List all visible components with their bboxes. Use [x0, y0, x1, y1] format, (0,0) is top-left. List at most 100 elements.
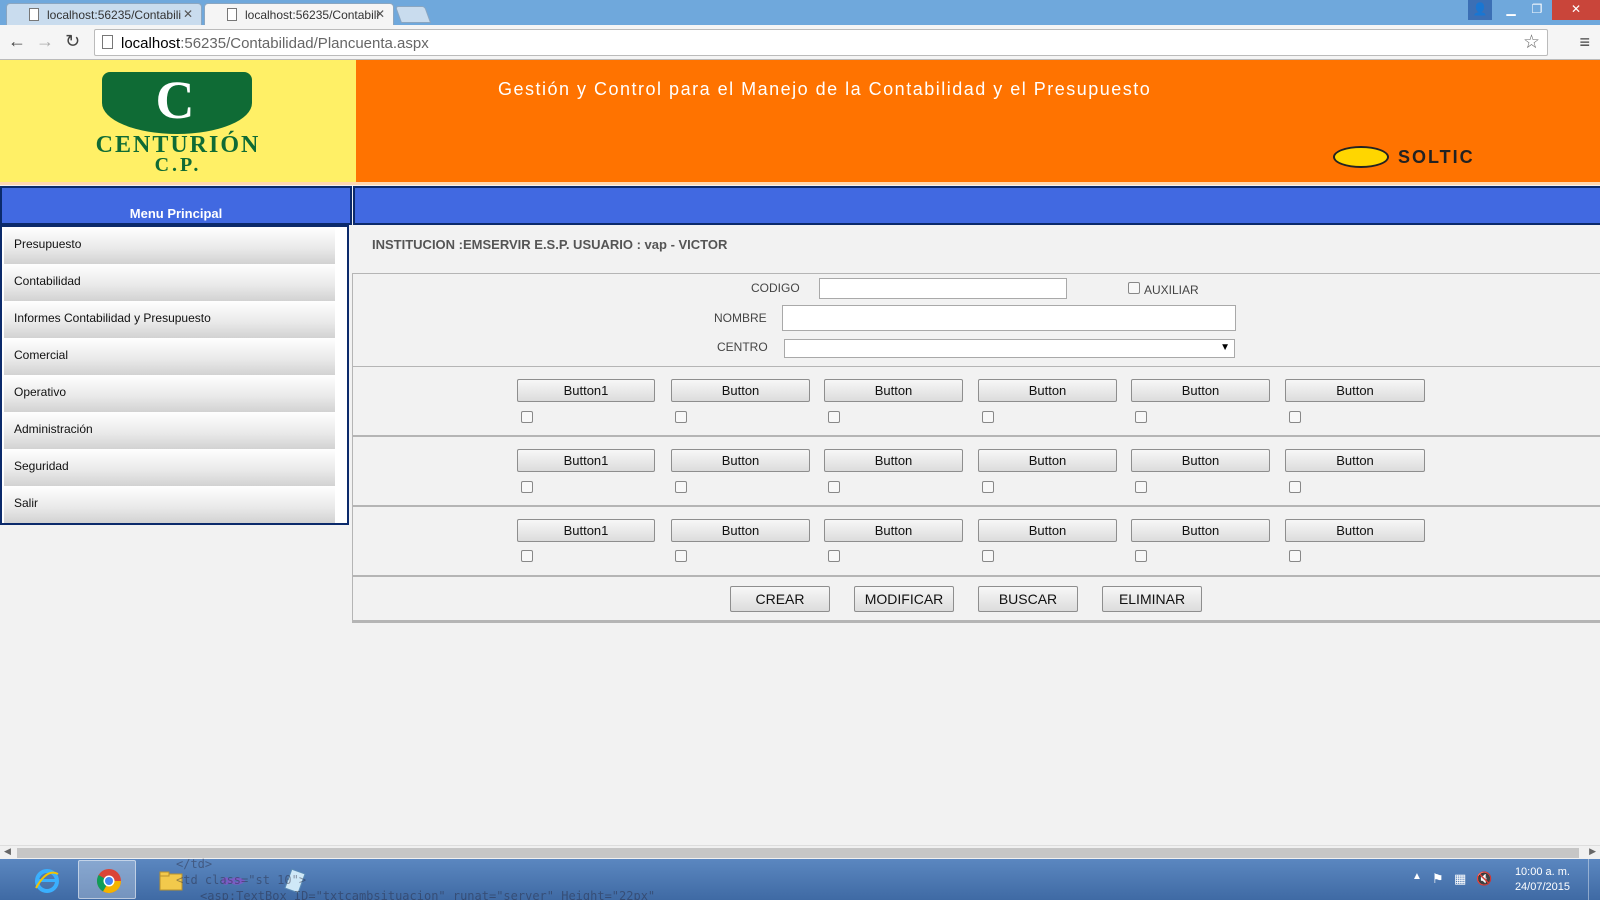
grid-button[interactable]: Button [824, 379, 963, 402]
grid-button[interactable]: Button [824, 449, 963, 472]
grid-button[interactable]: Button [1131, 449, 1270, 472]
back-arrow-icon[interactable]: ← [8, 31, 26, 52]
grid-checkbox[interactable] [521, 411, 533, 423]
grid-button[interactable]: Button [824, 519, 963, 542]
flag-icon[interactable]: ⚑ [1432, 871, 1444, 887]
browser-tab-2[interactable]: localhost:56235/Contabili ✕ [204, 3, 394, 25]
grid-checkbox[interactable] [1135, 550, 1147, 562]
centro-label: CENTRO [717, 340, 768, 354]
grid-checkbox[interactable] [828, 481, 840, 493]
user-icon[interactable]: 👤 [1468, 0, 1492, 20]
page-icon [227, 8, 237, 21]
sidebar-item-operativo[interactable]: Operativo [4, 375, 335, 412]
sidebar-item-informes[interactable]: Informes Contabilidad y Presupuesto [4, 301, 335, 338]
sidebar-item-presupuesto[interactable]: Presupuesto [4, 227, 335, 264]
browser-tab-1[interactable]: localhost:56235/Contabili ✕ [6, 3, 202, 25]
browser-menu-icon[interactable]: ≡ [1579, 32, 1590, 53]
grid-checkbox[interactable] [982, 550, 994, 562]
internet-explorer-icon [35, 869, 59, 893]
close-icon[interactable]: ✕ [375, 7, 385, 21]
page-icon [29, 8, 39, 21]
grid-checkbox[interactable] [1135, 481, 1147, 493]
auxiliar-label: AUXILIAR [1144, 283, 1199, 297]
show-desktop-button[interactable] [1588, 859, 1600, 900]
crear-button[interactable]: CREAR [730, 586, 830, 612]
grid-checkbox[interactable] [1289, 411, 1301, 423]
grid-button[interactable]: Button1 [517, 519, 655, 542]
grid-button[interactable]: Button [671, 449, 810, 472]
reload-icon[interactable]: ↻ [65, 31, 80, 52]
address-bar[interactable]: localhost:56235/Contabilidad/Plancuenta.… [94, 29, 1548, 56]
browser-toolbar: ← → ↻ localhost:56235/Contabilidad/Planc… [0, 25, 1600, 60]
grid-button[interactable]: Button1 [517, 379, 655, 402]
taskbar-chrome[interactable] [78, 860, 136, 899]
windows-taskbar: </td> <td class="st 10"> <asp:TextBox ID… [0, 857, 1600, 900]
grid-button[interactable]: Button [1285, 449, 1425, 472]
grid-button[interactable]: Button [1131, 519, 1270, 542]
code-overlay-line: <asp:TextBox ID="txtcambsituacion" runat… [200, 889, 656, 900]
content-header-bar [353, 186, 1600, 225]
grid-button[interactable]: Button [671, 379, 810, 402]
taskbar-ie[interactable] [16, 860, 74, 899]
close-icon[interactable]: ✕ [183, 7, 193, 21]
grid-button[interactable]: Button [1131, 379, 1270, 402]
codigo-label: CODIGO [751, 281, 800, 295]
header-title: Gestión y Control para el Manejo de la C… [498, 79, 1152, 99]
new-tab-button[interactable] [394, 6, 432, 23]
restore-button[interactable]: ❐ [1524, 0, 1550, 20]
system-clock[interactable]: 10:00 a. m. 24/07/2015 [1515, 865, 1570, 895]
grid-button[interactable]: Button [1285, 519, 1425, 542]
grid-checkbox[interactable] [675, 411, 687, 423]
grid-checkbox[interactable] [982, 411, 994, 423]
centro-select[interactable]: ▼ [784, 339, 1235, 358]
modificar-button[interactable]: MODIFICAR [854, 586, 954, 612]
show-hidden-icons-icon[interactable]: ▲ [1412, 871, 1422, 882]
grid-checkbox[interactable] [1289, 481, 1301, 493]
nombre-input[interactable] [782, 305, 1236, 331]
actions-panel [352, 576, 1600, 623]
codigo-input[interactable] [819, 278, 1067, 299]
sidebar-item-administracion[interactable]: Administración [4, 412, 335, 449]
grid-checkbox[interactable] [828, 411, 840, 423]
grid-button[interactable]: Button [671, 519, 810, 542]
scroll-left-icon[interactable]: ◀ [4, 846, 11, 857]
minimize-button[interactable]: ▁ [1498, 0, 1524, 20]
horizontal-scrollbar[interactable]: ◀ ▶ [0, 845, 1600, 859]
grid-checkbox[interactable] [1289, 550, 1301, 562]
window-close-button[interactable]: ✕ [1552, 0, 1600, 20]
bookmark-star-icon[interactable]: ☆ [1523, 31, 1540, 54]
sidebar-item-salir[interactable]: Salir [4, 486, 335, 523]
grid-checkbox[interactable] [982, 481, 994, 493]
grid-button[interactable]: Button [978, 519, 1117, 542]
forward-arrow-icon[interactable]: → [36, 31, 54, 52]
eliminar-button[interactable]: ELIMINAR [1102, 586, 1202, 612]
grid-checkbox[interactable] [521, 550, 533, 562]
sidebar-header: Menu Principal [0, 186, 352, 225]
code-overlay-line: </td> [176, 857, 213, 871]
grid-checkbox[interactable] [675, 550, 687, 562]
grid-checkbox[interactable] [828, 550, 840, 562]
dropdown-arrow-icon: ▼ [1220, 342, 1230, 353]
sidebar-item-comercial[interactable]: Comercial [4, 338, 335, 375]
sidebar-item-contabilidad[interactable]: Contabilidad [4, 264, 335, 301]
grid-button[interactable]: Button [978, 379, 1117, 402]
auxiliar-checkbox[interactable] [1128, 282, 1140, 294]
browser-tab-strip: localhost:56235/Contabili ✕ localhost:56… [0, 0, 1600, 25]
volume-muted-icon[interactable]: 🔇 [1476, 871, 1492, 887]
scrollbar-thumb[interactable] [17, 848, 1579, 858]
grid-checkbox[interactable] [675, 481, 687, 493]
brand-name: SOLTIC [1398, 147, 1475, 167]
network-icon[interactable]: ▦ [1454, 871, 1466, 887]
grid-button[interactable]: Button [978, 449, 1117, 472]
clock-date: 24/07/2015 [1514, 881, 1570, 893]
url-path: :56235/Contabilidad/Plancuenta.aspx [180, 35, 429, 52]
url-host: localhost [121, 35, 181, 52]
grid-checkbox[interactable] [521, 481, 533, 493]
grid-button[interactable]: Button [1285, 379, 1425, 402]
grid-checkbox[interactable] [1135, 411, 1147, 423]
buscar-button[interactable]: BUSCAR [978, 586, 1078, 612]
scroll-right-icon[interactable]: ▶ [1589, 846, 1596, 857]
code-overlay-line: <td class="st 10"> [176, 873, 307, 887]
grid-button[interactable]: Button1 [517, 449, 655, 472]
sidebar-item-seguridad[interactable]: Seguridad [4, 449, 335, 486]
